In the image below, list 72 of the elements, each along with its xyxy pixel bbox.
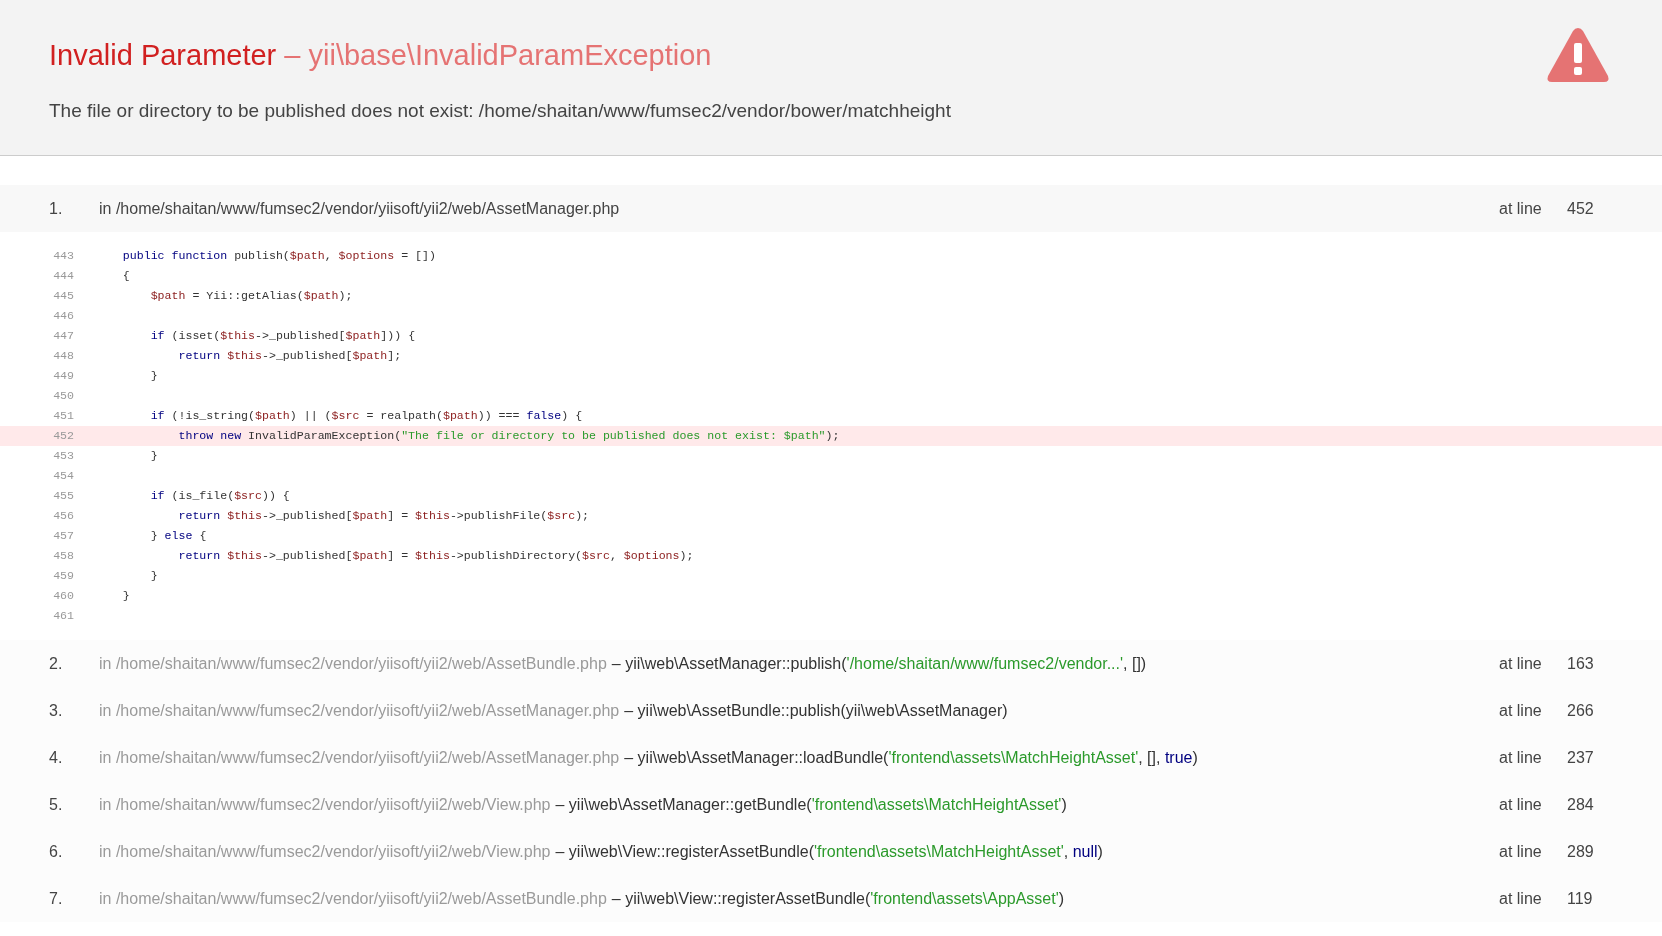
function-call: – yii\web\AssetManager::loadBundle('frontend\assets\MatchHeightAsset', [], true) (624, 747, 1198, 768)
code-line: if (isset($this->_published[$path])) { (149, 328, 416, 345)
frame-number: 5. (49, 794, 64, 815)
code-line-number: 451 (52, 408, 74, 425)
code-line-number: 454 (52, 468, 74, 485)
code-line-number: 452 (52, 428, 74, 445)
at-line-label: at line (1499, 747, 1543, 768)
file-path: in /home/shaitan/www/fumsec2/vendor/yiisoft/yii2/web/AssetBundle.php (99, 888, 607, 909)
code-line: } (121, 588, 130, 605)
function-call: – yii\web\AssetManager::getBundle('frontend\assets\MatchHeightAsset') (555, 794, 1067, 815)
function-call: – yii\web\AssetBundle::publish(yii\web\AssetManager) (624, 700, 1008, 721)
at-line-label: at line (1499, 653, 1543, 674)
file-path: in /home/shaitan/www/fumsec2/vendor/yiisoft/yii2/web/AssetBundle.php (99, 653, 607, 674)
file-path: in /home/shaitan/www/fumsec2/vendor/yiisoft/yii2/web/AssetManager.php (99, 700, 620, 721)
at-line-label: at line (1499, 700, 1543, 721)
code-line-number: 457 (52, 528, 74, 545)
at-line-label: at line (1499, 841, 1543, 862)
line-number: 284 (1567, 794, 1595, 815)
error-message: The file or directory to be published does not exist: /home/shaitan/www/fumsec2/vendor/bower/matchheight (49, 98, 951, 123)
function-call: – yii\web\View::registerAssetBundle('frontend\assets\MatchHeightAsset', null) (555, 841, 1103, 862)
at-line-label: at line (1499, 888, 1543, 909)
function-call: – yii\web\AssetManager::publish('/home/shaitan/www/fumsec2/vendor...', []) (611, 653, 1147, 674)
code-line-number: 443 (52, 248, 74, 265)
code-line-number: 448 (52, 348, 74, 365)
frame-number: 1. (49, 198, 64, 219)
code-line-number: 445 (52, 288, 74, 305)
line-number: 266 (1567, 700, 1595, 721)
code-line: $path = Yii::getAlias($path); (149, 288, 353, 305)
function-call: – yii\web\View::registerAssetBundle('frontend\assets\AppAsset') (611, 888, 1065, 909)
code-line-number: 459 (52, 568, 74, 585)
code-line-number: 449 (52, 368, 74, 385)
frame-number: 3. (49, 700, 64, 721)
code-line: return $this->_published[$path] = $this->publishFile($src); (177, 508, 590, 525)
at-line-label: at line (1499, 198, 1543, 219)
line-number: 119 (1567, 888, 1594, 909)
file-path: in /home/shaitan/www/fumsec2/vendor/yiisoft/yii2/web/AssetManager.php (99, 747, 620, 768)
code-line: } (149, 448, 158, 465)
file-path: in /home/shaitan/www/fumsec2/vendor/yiisoft/yii2/web/View.php (99, 794, 551, 815)
code-line: { (121, 268, 130, 285)
code-line: throw new InvalidParamException("The file or directory to be published does not exist: $path"); (177, 428, 840, 445)
frame-number: 2. (49, 653, 64, 674)
code-line-number: 460 (52, 588, 74, 605)
at-line-label: at line (1499, 794, 1543, 815)
code-line-number: 444 (52, 268, 74, 285)
frame-number: 6. (49, 841, 64, 862)
line-number: 163 (1567, 653, 1595, 674)
code-line-number: 461 (52, 608, 74, 625)
line-number: 289 (1567, 841, 1595, 862)
code-line-number: 455 (52, 488, 74, 505)
code-line: } (149, 368, 158, 385)
frame-number: 7. (49, 888, 64, 909)
code-line: return $this->_published[$path] = $this->publishDirectory($src, $options); (177, 548, 694, 565)
code-line-number: 458 (52, 548, 74, 565)
file-path: in /home/shaitan/www/fumsec2/vendor/yiisoft/yii2/web/AssetManager.php (99, 198, 620, 219)
error-title: Invalid Parameter – yii\base\InvalidParamException (49, 38, 713, 73)
code-line: if (is_file($src)) { (149, 488, 290, 505)
line-number: 452 (1567, 198, 1595, 219)
code-line: public function publish($path, $options = []) (121, 248, 436, 265)
code-line: } else { (149, 528, 207, 545)
code-line-number: 446 (52, 308, 74, 325)
code-line: return $this->_published[$path]; (177, 348, 402, 365)
code-line-number: 453 (52, 448, 74, 465)
stack-frame-row[interactable]: 1. in /home/shaitan/www/fumsec2/vendor/yiisoft/yii2/web/AssetManager.php at line 452 (0, 185, 1662, 232)
code-line-number: 456 (52, 508, 74, 525)
code-line: if (!is_string($path) || ($src = realpath($path)) === false) { (149, 408, 583, 425)
line-number: 237 (1567, 747, 1595, 768)
code-line-number: 450 (52, 388, 74, 405)
code-line-number: 447 (52, 328, 74, 345)
code-line: } (149, 568, 158, 585)
frame-number: 4. (49, 747, 64, 768)
file-path: in /home/shaitan/www/fumsec2/vendor/yiisoft/yii2/web/View.php (99, 841, 551, 862)
warning-icon (1546, 26, 1610, 84)
